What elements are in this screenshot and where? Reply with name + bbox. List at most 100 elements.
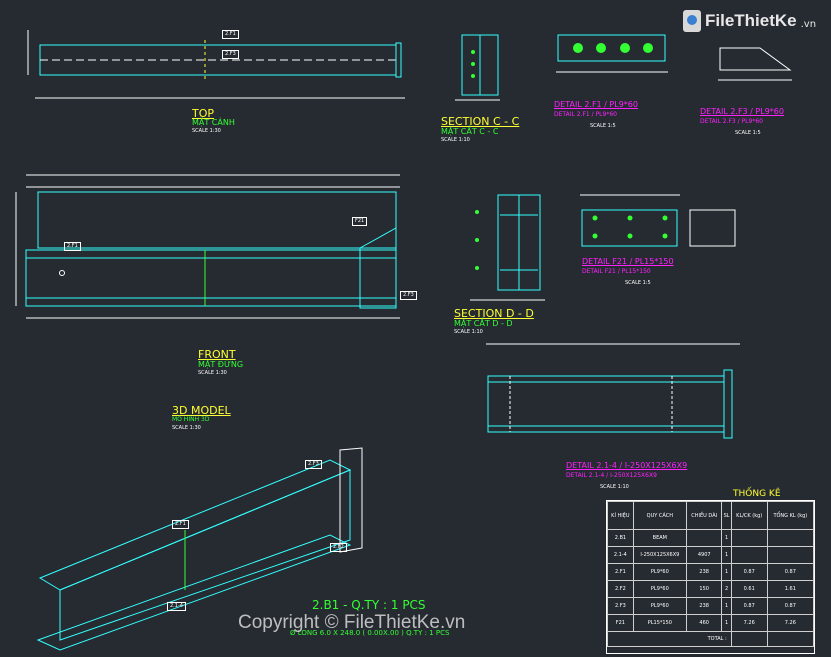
section-cc-bolt-3 (471, 74, 475, 78)
schedule-cell: 238 (685, 563, 723, 581)
detail-f21-scale: SCALE 1:5 (625, 280, 651, 286)
model3d-subtitle: MÔ HÌNH 3D (172, 416, 210, 423)
front-view-end-gusset (359, 227, 397, 309)
schedule-total-label: TOTAL : (607, 631, 732, 647)
detail-f21-hole-3 (627, 215, 633, 221)
model3d-end-plate (339, 447, 363, 553)
detail-f3-scale: SCALE 1:5 (735, 130, 761, 136)
front-view-scale: SCALE 1:30 (198, 370, 227, 376)
part-caption: 2.B1 - Q.TY : 1 PCS (312, 598, 426, 612)
tag-top-a: 2.F1 (222, 30, 239, 39)
section-cc-subtitle: MẶT CẮT C - C (441, 127, 499, 136)
detail-f21-hole-4 (627, 233, 633, 239)
front-view-hole (59, 270, 65, 276)
detail-214-title: DETAIL 2.1-4 / I-250X125X6X9 (566, 461, 688, 470)
schedule-cell: F21 (607, 614, 634, 632)
schedule-row: 2.F3 PL9*60 238 1 0.87 0.87 (607, 597, 815, 615)
schedule-cell: 238 (685, 597, 723, 615)
detail-f21-view (580, 194, 736, 247)
schedule-total-row: TOTAL : (607, 631, 815, 647)
section-cc-bolt-2 (471, 62, 475, 66)
schedule-header-row: KÍ HIỆU QUY CÁCH CHIỀU DÀI SL KL/CK (kg)… (607, 501, 815, 530)
detail-f3-title: DETAIL 2.F3 / PL9*60 (700, 107, 784, 116)
copyright-watermark: Copyright © FileThietKe.vn (238, 612, 466, 633)
detail-f3-view (718, 47, 792, 81)
section-cc-title: SECTION C - C (441, 115, 520, 128)
schedule-cell: PL9*60 (632, 580, 687, 598)
detail-f3-plate (719, 47, 792, 71)
brand-name: FileThietKe (705, 11, 797, 30)
schedule-cell: 1 (721, 563, 732, 581)
schedule-cell: 7.26 (730, 614, 768, 632)
schedule-cell: 4907 (685, 546, 723, 564)
section-dd-title: SECTION D - D (454, 307, 534, 320)
tag-3d-d: 2.1-4 (167, 602, 186, 611)
detail-f21-plate (581, 209, 678, 247)
section-dd-scale: SCALE 1:10 (454, 329, 483, 335)
detail-f1-hole-1 (573, 43, 583, 53)
section-dd-bolt-2 (475, 238, 479, 242)
schedule-cell: 1 (721, 529, 732, 547)
detail-f1-title: DETAIL 2.F1 / PL9*60 (554, 100, 638, 109)
detail-f21-hole-6 (662, 233, 668, 239)
schedule-header-cell: SL (721, 501, 732, 530)
schedule-total-cell (730, 631, 768, 647)
section-dd-subtitle: MẶT CẮT D - D (454, 319, 513, 328)
schedule-total-cell (766, 631, 815, 647)
detail-f21-side (689, 209, 736, 247)
schedule-cell: 2.F2 (607, 580, 634, 598)
detail-214-subtitle: DETAIL 2.1-4 / I-250X125X6X9 (566, 472, 657, 479)
detail-214-end-plate (723, 369, 733, 439)
tag-front-web: 2.F1 (64, 242, 81, 251)
tag-3d-b: 2.F3 (305, 460, 322, 469)
detail-214-scale: SCALE 1:10 (600, 484, 629, 490)
schedule-cell: 1 (721, 597, 732, 615)
front-view-top-flange (37, 191, 397, 249)
model3d-scale: SCALE 1:30 (172, 425, 201, 431)
schedule-cell: 2 (721, 580, 732, 598)
tag-front-end: 2.F3 (400, 291, 417, 300)
detail-f21-hole-1 (592, 215, 598, 221)
tag-3d-c: 2.F2 (330, 543, 347, 552)
schedule-cell: 2.F1 (607, 563, 634, 581)
schedule-cell: 0.87 (730, 597, 768, 615)
section-dd-bolt-1 (475, 210, 479, 214)
detail-f21-subtitle: DETAIL F21 / PL15*150 (582, 268, 651, 275)
schedule-cell: 1 (721, 546, 732, 564)
schedule-cell (766, 529, 815, 547)
schedule-cell: 2.1-4 (607, 546, 634, 564)
schedule-header-cell: CHIỀU DÀI (685, 501, 723, 530)
schedule-cell: 7.26 (766, 614, 815, 632)
top-view-scale: SCALE 1:30 (192, 128, 221, 134)
schedule-header-cell: KL/CK (kg) (730, 501, 768, 530)
schedule-cell: 2.F3 (607, 597, 634, 615)
schedule-cell (730, 529, 768, 547)
detail-f1-view (556, 34, 668, 73)
detail-214-view (486, 343, 740, 439)
top-view (27, 30, 405, 99)
brand-icon (683, 10, 701, 32)
tag-3d-a: 2.F1 (172, 520, 189, 529)
front-view-title: FRONT (198, 348, 236, 361)
tag-top-b: 2.F3 (222, 50, 239, 59)
schedule-title: THỐNG KÊ (733, 489, 781, 499)
schedule-cell (766, 546, 815, 564)
section-cc-view (455, 34, 500, 101)
section-cc-scale: SCALE 1:10 (441, 137, 470, 143)
section-cc-bolt-1 (471, 50, 475, 54)
detail-f21-hole-2 (592, 233, 598, 239)
detail-f21-title: DETAIL F21 / PL15*150 (582, 257, 674, 266)
schedule-row: 2.B1 BEAM 1 (607, 529, 815, 547)
detail-f1-hole-3 (620, 43, 630, 53)
schedule-cell (730, 546, 768, 564)
schedule-header-cell: QUY CÁCH (632, 501, 687, 530)
detail-f1-hole-4 (643, 43, 653, 53)
schedule-cell: 460 (685, 614, 723, 632)
schedule-cell: 0.87 (730, 563, 768, 581)
schedule-row: F21 PL15*150 460 1 7.26 7.26 (607, 614, 815, 632)
schedule-cell: I-250X125X6X9 (632, 546, 687, 564)
schedule-header-cell: KÍ HIỆU (607, 501, 634, 530)
schedule-table: KÍ HIỆU QUY CÁCH CHIỀU DÀI SL KL/CK (kg)… (606, 500, 815, 654)
model3d-top-flange (38, 459, 352, 591)
front-view-subtitle: MẶT ĐỨNG (198, 360, 244, 369)
